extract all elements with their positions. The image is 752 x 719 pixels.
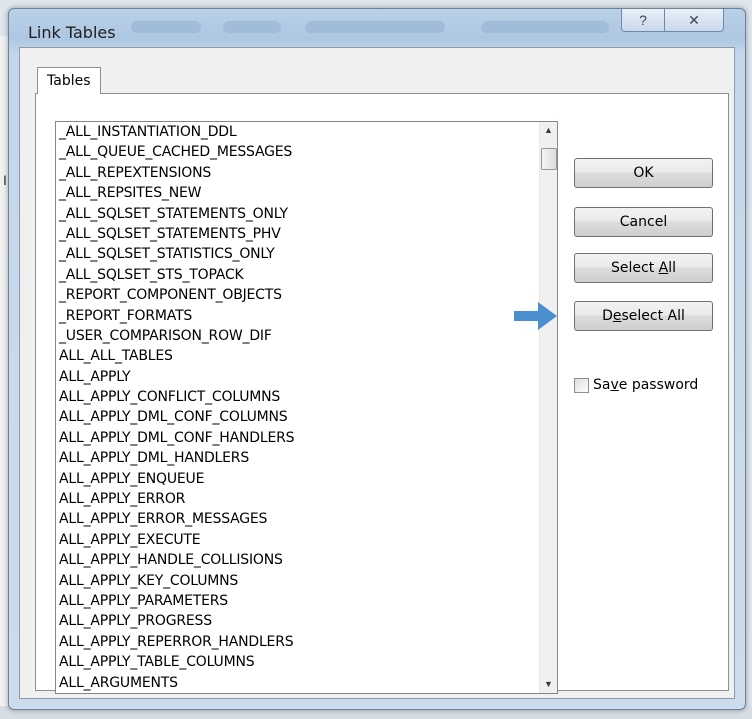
close-icon: ✕ <box>688 12 700 28</box>
save-password-label[interactable]: Save password <box>593 376 698 394</box>
list-item[interactable]: ALL_APPLY_DML_CONF_HANDLERS <box>56 428 538 448</box>
right-arrow-icon <box>514 302 557 330</box>
select-all-button[interactable]: Select All <box>574 253 713 283</box>
tab-tables[interactable]: Tables <box>37 67 101 94</box>
list-item[interactable]: _ALL_REPSITES_NEW <box>56 183 538 203</box>
title-bar-blur <box>223 21 281 33</box>
save-password-checkbox[interactable] <box>574 378 589 393</box>
link-tables-dialog: Link Tables ? ✕ Tables _ALL_INSTANTIATIO… <box>8 8 746 710</box>
list-item[interactable]: ALL_APPLY_KEY_COLUMNS <box>56 571 538 591</box>
list-item[interactable]: _REPORT_COMPONENT_OBJECTS <box>56 285 538 305</box>
select-all-accesskey: A <box>658 260 669 276</box>
tables-list[interactable]: _ALL_INSTANTIATION_DDL _ALL_QUEUE_CACHED_… <box>56 122 538 693</box>
list-item[interactable]: _REPORT_FORMATS <box>56 306 538 326</box>
save-password-label-pre: Sa <box>593 377 611 393</box>
list-item[interactable]: ALL_APPLY_CONFLICT_COLUMNS <box>56 387 538 407</box>
title-bar-blur <box>481 21 609 33</box>
list-item[interactable]: ALL_APPLY_ERROR_MESSAGES <box>56 509 538 529</box>
title-bar-blur <box>131 21 201 33</box>
close-button[interactable]: ✕ <box>664 9 724 32</box>
list-item[interactable]: _ALL_QUEUE_CACHED_MESSAGES <box>56 142 538 162</box>
scroll-down-arrow-icon[interactable]: ▼ <box>540 676 557 693</box>
list-item[interactable]: _ALL_SQLSET_STS_TOPACK <box>56 265 538 285</box>
list-item[interactable]: ALL_ALL_TABLES <box>56 346 538 366</box>
deselect-all-label-pre: D <box>602 308 613 324</box>
list-item[interactable]: ALL_APPLY_REPERROR_HANDLERS <box>56 632 538 652</box>
list-item[interactable]: ALL_APPLY_HANDLE_COLLISIONS <box>56 550 538 570</box>
help-button[interactable]: ? <box>621 9 665 32</box>
dialog-title: Link Tables <box>28 23 116 42</box>
select-all-label-pre: Select <box>611 260 659 276</box>
tables-tab-panel: _ALL_INSTANTIATION_DDL _ALL_QUEUE_CACHED_… <box>35 93 729 694</box>
list-item[interactable]: _ALL_REPEXTENSIONS <box>56 163 538 183</box>
list-item[interactable]: ALL_APPLY_PARAMETERS <box>56 591 538 611</box>
list-item[interactable]: ALL_APPLY_DML_HANDLERS <box>56 448 538 468</box>
title-bar-blur <box>305 21 445 33</box>
list-item[interactable]: ALL_APPLY_TABLE_COLUMNS <box>56 652 538 672</box>
scroll-up-arrow-icon[interactable]: ▲ <box>540 122 557 139</box>
question-mark-icon: ? <box>639 12 647 28</box>
deselect-all-label-post: select All <box>621 308 685 324</box>
list-item[interactable]: ALL_APPLY_ERROR <box>56 489 538 509</box>
deselect-all-accesskey: e <box>612 308 622 324</box>
list-item[interactable]: _ALL_SQLSET_STATISTICS_ONLY <box>56 244 538 264</box>
dialog-client-area: Tables _ALL_INSTANTIATION_DDL _ALL_QUEUE_… <box>19 47 735 699</box>
list-item[interactable]: ALL_APPLY_DML_CONF_COLUMNS <box>56 407 538 427</box>
list-item[interactable]: ALL_APPLY_PROGRESS <box>56 611 538 631</box>
list-item[interactable]: ALL_ARGUMENTS <box>56 673 538 693</box>
scroll-thumb[interactable] <box>541 148 557 170</box>
vertical-scrollbar[interactable]: ▲ ▼ <box>539 122 557 693</box>
list-item[interactable]: _ALL_SQLSET_STATEMENTS_ONLY <box>56 204 538 224</box>
list-item[interactable]: _ALL_SQLSET_STATEMENTS_PHV <box>56 224 538 244</box>
list-item[interactable]: _ALL_INSTANTIATION_DDL <box>56 122 538 142</box>
save-password-label-post: e password <box>618 377 699 393</box>
list-item[interactable]: ALL_APPLY_ENQUEUE <box>56 469 538 489</box>
list-item[interactable]: _USER_COMPARISON_ROW_DIF <box>56 326 538 346</box>
background-text-fragment: I <box>3 172 7 188</box>
list-item[interactable]: ALL_APPLY_EXECUTE <box>56 530 538 550</box>
title-bar[interactable]: Link Tables ? ✕ <box>9 9 745 49</box>
ok-button[interactable]: OK <box>574 158 713 188</box>
cancel-button[interactable]: Cancel <box>574 207 713 237</box>
deselect-all-button[interactable]: Deselect All <box>574 301 713 331</box>
tables-listbox[interactable]: _ALL_INSTANTIATION_DDL _ALL_QUEUE_CACHED_… <box>55 121 558 694</box>
select-all-label-post: ll <box>668 260 676 276</box>
save-password-accesskey: v <box>610 377 619 393</box>
list-item[interactable]: ALL_APPLY <box>56 367 538 387</box>
